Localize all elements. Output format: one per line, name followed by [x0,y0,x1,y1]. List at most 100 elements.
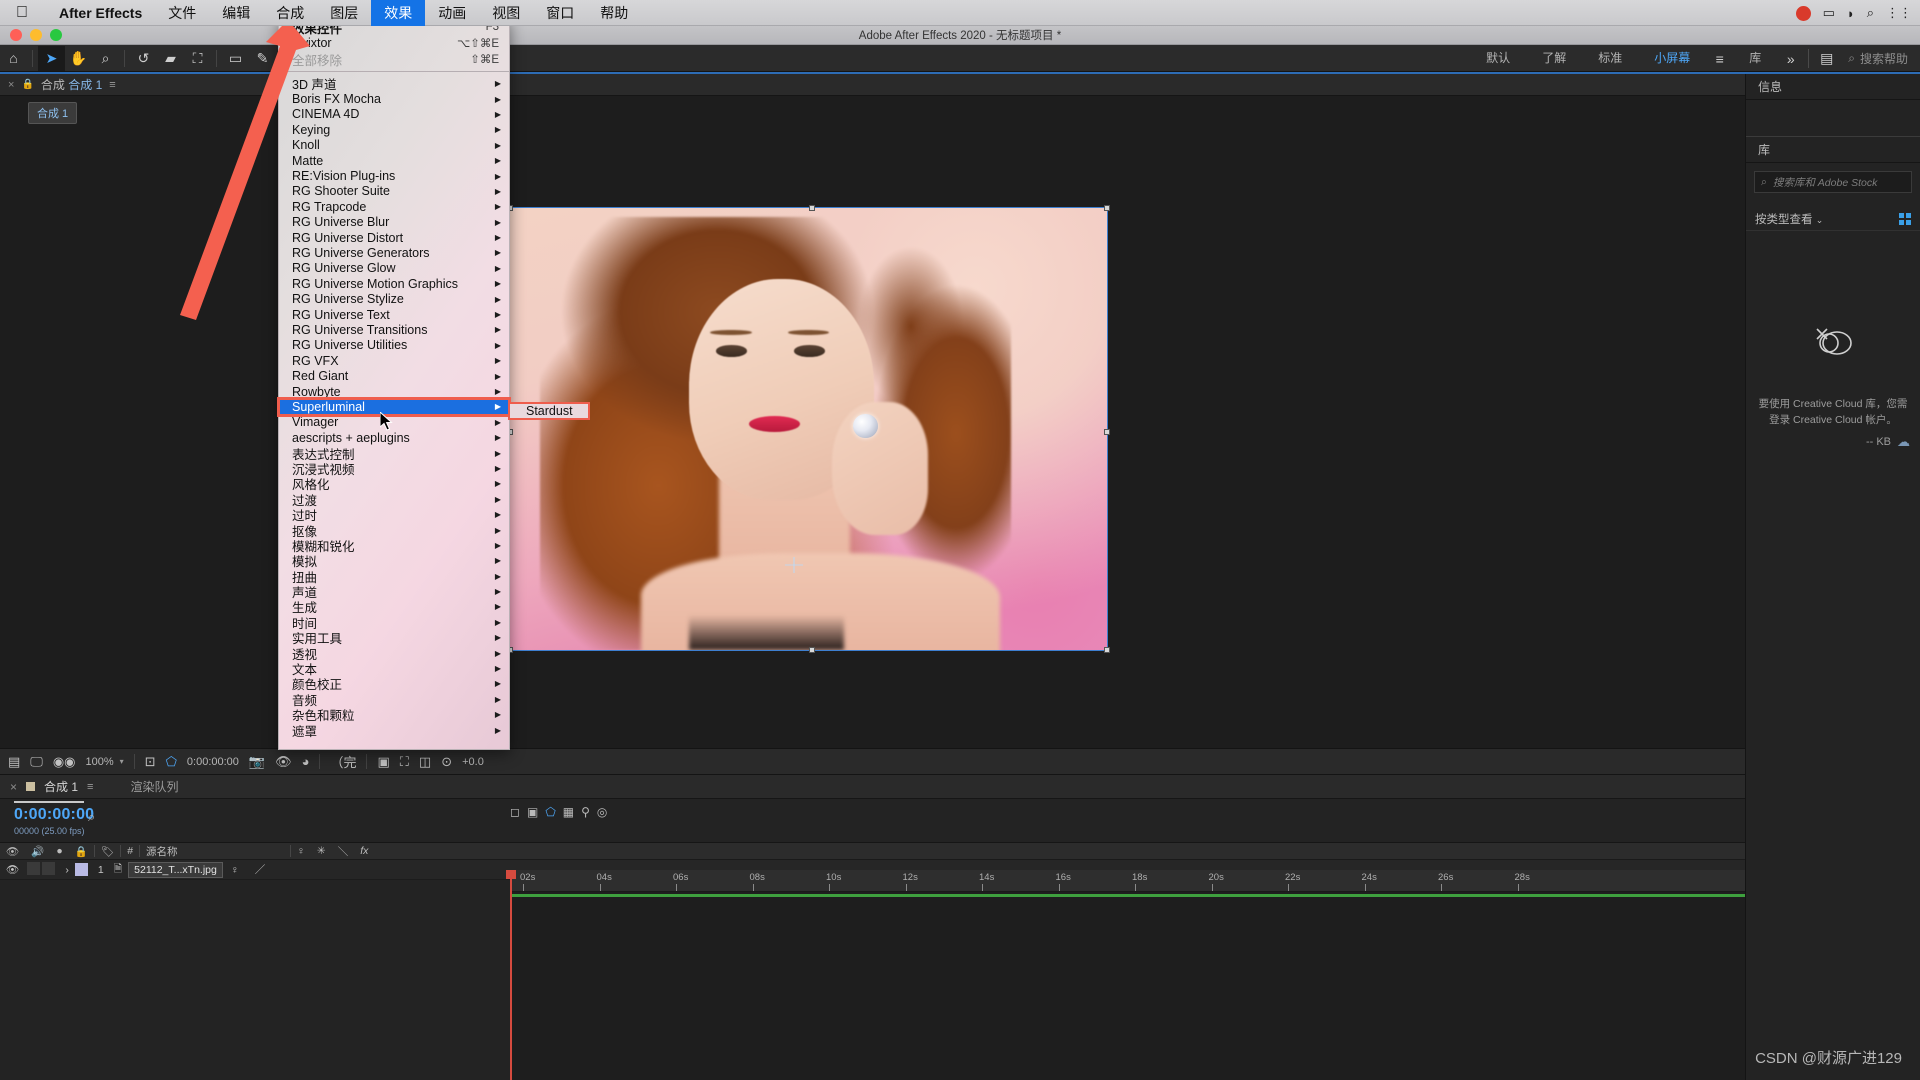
search-filter-icon[interactable]: ⌕ [88,809,95,825]
transform-handle[interactable] [1104,647,1110,653]
effect-menu-item[interactable]: RG Universe Transitions ▶ [279,322,509,337]
hide-shy-layers-icon[interactable]: ⬠ [545,805,555,819]
chevron-double-right-icon[interactable]: » [1777,46,1804,71]
solo-icon[interactable]: ● [50,845,68,857]
playhead[interactable] [506,870,516,1080]
library-search-input[interactable]: ⌕ 搜索库和 Adobe Stock [1754,171,1912,193]
workspace-standard[interactable]: 标准 [1582,45,1638,72]
transform-handle[interactable] [808,205,815,211]
effect-menu-item[interactable]: RG Universe Blur ▶ [279,215,509,230]
apple-icon[interactable]:  [16,4,28,21]
workspace-learn[interactable]: 了解 [1526,45,1582,72]
layer-expand-arrow[interactable]: › [59,864,75,876]
effect-menu-item[interactable]: Rowbyte ▶ [279,384,509,399]
playhead-handle[interactable] [506,870,516,879]
effect-menu-item[interactable]: RG Trapcode ▶ [279,199,509,214]
effect-menu-item[interactable]: RG Shooter Suite ▶ [279,184,509,199]
effect-menu-item[interactable]: RG Universe Utilities ▶ [279,338,509,353]
panel-menu-icon[interactable]: ≡ [109,79,115,91]
transform-handle[interactable] [1104,205,1110,211]
snapshot-icon[interactable]: 📷 [249,754,265,770]
effect-menu-item[interactable]: RE:Vision Plug-ins ▶ [279,168,509,183]
effects-icon[interactable]: fx [354,845,374,857]
resolution-icon[interactable]: ⊡ [145,754,156,770]
home-icon[interactable]: ⌂ [0,46,27,71]
effect-menu-item[interactable]: 遮罩 ▶ [279,722,509,739]
eye-icon[interactable]: 👁 [0,845,25,858]
camera-tool[interactable]: ▰ [157,46,184,71]
effect-menu-item[interactable]: CINEMA 4D ▶ [279,107,509,122]
effect-menu-item[interactable]: Red Giant ▶ [279,368,509,383]
menu-effect[interactable]: 效果 [371,0,426,26]
timeline-tab-render-queue[interactable]: 渲染队列 [130,778,178,795]
layer-audio-toggle[interactable] [25,861,59,878]
frame-blending-icon[interactable]: ▦ [563,805,574,819]
viewer-tab-label[interactable]: 合成 合成 1 [41,76,102,93]
layer-source-name[interactable]: 52112_T...xTn.jpg [128,861,223,878]
rotation-tool[interactable]: ↺ [130,46,157,71]
effect-menu-item[interactable]: RG Universe Glow ▶ [279,261,509,276]
composition-frame[interactable] [507,205,1110,653]
pen-tool[interactable]: ✎ [249,46,276,71]
toggle-transparency-icon[interactable]: ▤ [8,754,20,770]
effect-menu-item[interactable]: RG Universe Stylize ▶ [279,291,509,306]
number-column-header[interactable]: # [121,845,139,857]
anchor-point-tool[interactable]: ⛶ [184,46,211,71]
effect-menu[interactable]: 效果控件 F3 Twixtor ⌥⇧⌘E 全部移除 ⇧⌘E 3D 声道 ▶ Boris FX … [277,18,511,750]
composition-mini-flowchart-icon[interactable]: ◻ [510,805,520,819]
layer-label-color[interactable] [74,863,88,876]
menu-edit[interactable]: 编辑 [209,0,263,26]
timeline-ruler[interactable]: 02s 04s 06s 08s 10s 12s 14s 16s 18s 20s 22s 24s 26s 2… [510,870,1745,892]
effect-menu-item[interactable]: Keying ▶ [279,122,509,137]
menu-composition[interactable]: 合成 [263,0,317,26]
submenu-item-stardust[interactable]: Stardust [526,404,573,418]
effect-menu-item[interactable]: RG Universe Motion Graphics ▶ [279,276,509,291]
effect-menu-item[interactable]: 3D 声道 ▶ [279,76,509,92]
parent-icon[interactable]: ♀ [223,864,247,876]
comp-flowchart-icon[interactable]: ⛶ [400,754,409,770]
effect-menu-item[interactable]: Knoll ▶ [279,138,509,153]
library-filter-dropdown[interactable]: 按类型查看 ⌄ [1755,211,1823,227]
timeline-current-time[interactable]: 0:00:00:00 [14,806,94,824]
effect-menu-item[interactable]: Boris FX Mocha ▶ [279,91,509,106]
info-panel-title[interactable]: 信息 [1746,74,1920,100]
channel-rgb-icon[interactable]: ◕ [302,754,310,769]
label-color-icon[interactable]: 🏷 [95,845,120,858]
wifi-icon[interactable]: ◗ [1847,6,1855,21]
mask-view-icon[interactable]: ◫ [419,754,431,770]
fast-preview-icon[interactable]: （完 [330,752,356,771]
draft-3d-icon[interactable]: ▣ [527,805,538,819]
show-snapshot-icon[interactable]: 👁 [275,754,292,770]
reset-exposure-icon[interactable]: ⊙ [441,754,452,770]
workspace-small-screen[interactable]: 小屏幕 [1638,45,1706,72]
lock-icon[interactable]: 🔒 [69,845,94,858]
effect-menu-item[interactable]: Vimager ▶ [279,415,509,430]
battery-icon[interactable]: ▭ [1823,5,1835,21]
menu-file[interactable]: 文件 [155,0,209,26]
shape-tool[interactable]: ▭ [222,46,249,71]
search-icon[interactable]: ⌕ [1867,5,1874,21]
3d-view-icon[interactable]: ◉◉ [53,754,76,770]
graph-editor-icon[interactable]: ◎ [597,805,607,819]
help-search[interactable]: ⌕ 搜索帮助 [1840,50,1916,67]
quality-icon[interactable]: ／ [247,862,274,877]
close-icon[interactable]: × [8,79,14,91]
audio-icon[interactable]: 🔊 [25,845,50,858]
shy-icon[interactable]: ✳ [311,845,332,857]
grid-view-icon[interactable] [1899,212,1911,225]
lock-icon[interactable]: 🔒 [21,79,33,90]
effect-menu-item-selected[interactable]: Superluminal ▶ [277,397,511,417]
workspace-library[interactable]: 库 [1733,45,1777,72]
effect-menu-item[interactable]: RG VFX ▶ [279,353,509,368]
zoom-tool[interactable]: ⌕ [92,46,119,71]
quality-icon[interactable]: ＼ [332,844,355,859]
layer-visibility-toggle[interactable]: 👁 [0,863,25,876]
menu-layer[interactable]: 图层 [317,0,371,26]
close-icon[interactable]: × [10,780,17,794]
source-name-column-header[interactable]: 源名称 [140,844,290,859]
layout-icon[interactable]: ▤ [1813,46,1840,71]
workspace-default[interactable]: 默认 [1470,45,1526,72]
work-area-bar[interactable] [510,894,1745,897]
effect-submenu[interactable]: Stardust [508,402,590,420]
menu-view[interactable]: 视图 [479,0,533,26]
